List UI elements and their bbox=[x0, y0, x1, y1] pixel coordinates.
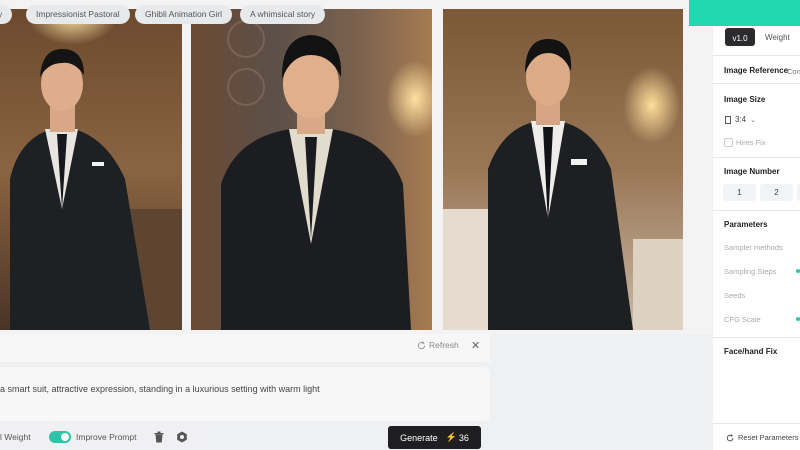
promo-banner[interactable] bbox=[689, 0, 800, 26]
reset-icon bbox=[726, 433, 734, 441]
style-chip[interactable]: A whimsical story bbox=[240, 5, 326, 24]
content-reference-tab[interactable]: Con bbox=[787, 67, 800, 76]
image-number-option[interactable]: 1 bbox=[723, 184, 756, 201]
parameters-title: Parameters bbox=[724, 220, 768, 229]
close-icon[interactable]: ✕ bbox=[471, 339, 480, 352]
weight-label: l Weight bbox=[0, 432, 31, 442]
face-hand-fix-title[interactable]: Face/hand Fix bbox=[724, 347, 777, 356]
portrait-man-suit-image bbox=[443, 9, 683, 330]
hires-fix-label: Hires Fix bbox=[736, 138, 766, 147]
prompt-input[interactable] bbox=[0, 367, 490, 421]
reset-parameters-button[interactable]: Reset Parameters bbox=[726, 433, 798, 442]
reset-parameters-label: Reset Parameters bbox=[738, 433, 799, 442]
cfg-scale-label: CFG Scale bbox=[724, 315, 761, 324]
image-reference-title[interactable]: Image Reference bbox=[724, 66, 788, 75]
divider bbox=[713, 83, 800, 84]
divider bbox=[713, 337, 800, 338]
model-version-badge[interactable]: v1.0 bbox=[725, 28, 755, 46]
model-weight-label: Weight bbox=[765, 33, 790, 42]
sampler-methods-label[interactable]: Sampler methods bbox=[724, 243, 783, 252]
portrait-man-suit-image bbox=[191, 9, 432, 330]
divider bbox=[713, 210, 800, 211]
sampling-steps-slider[interactable] bbox=[796, 269, 800, 273]
generated-images-gallery bbox=[0, 0, 712, 334]
chevron-down-icon: ⌄ bbox=[750, 116, 756, 124]
image-number-title: Image Number bbox=[724, 167, 780, 176]
generate-label: Generate bbox=[400, 432, 438, 443]
divider bbox=[713, 55, 800, 56]
aspect-ratio-select[interactable]: 3:4 ⌄ bbox=[725, 115, 756, 124]
portrait-man-suit-image bbox=[0, 9, 182, 330]
hires-fix-checkbox[interactable] bbox=[724, 138, 733, 147]
image-number-option[interactable]: 2 bbox=[760, 184, 793, 201]
refresh-button[interactable]: Refresh bbox=[417, 340, 459, 350]
credit-cost: 36 bbox=[458, 432, 469, 443]
seeds-label: Seeds bbox=[724, 291, 746, 300]
divider bbox=[713, 157, 800, 158]
lightning-icon: ⚡ bbox=[445, 432, 457, 442]
settings-icon[interactable] bbox=[176, 431, 188, 443]
improve-prompt-label: Improve Prompt bbox=[76, 432, 137, 442]
improve-prompt-toggle[interactable] bbox=[49, 431, 71, 443]
refresh-label: Refresh bbox=[429, 340, 459, 350]
generated-image-1[interactable] bbox=[0, 9, 182, 330]
generate-button[interactable]: Generate ⚡ 36 bbox=[388, 426, 481, 449]
divider bbox=[713, 423, 800, 424]
cfg-scale-slider[interactable] bbox=[796, 317, 800, 321]
sampling-steps-label: Sampling Steps bbox=[724, 267, 777, 276]
trash-icon[interactable] bbox=[154, 431, 164, 443]
style-chip[interactable]: Impressionist Pastoral bbox=[26, 5, 130, 24]
prompt-text: a smart suit, attractive expression, sta… bbox=[0, 384, 320, 394]
refresh-icon bbox=[417, 340, 426, 349]
generate-cost: ⚡ 36 bbox=[446, 432, 469, 443]
portrait-ratio-icon bbox=[725, 115, 731, 124]
image-size-title: Image Size bbox=[724, 95, 766, 104]
aspect-ratio-value: 3:4 bbox=[735, 115, 747, 124]
generated-image-2[interactable] bbox=[191, 9, 432, 330]
generated-image-3[interactable] bbox=[443, 9, 683, 330]
style-chip[interactable]: Ghibli Animation Girl bbox=[135, 5, 233, 24]
